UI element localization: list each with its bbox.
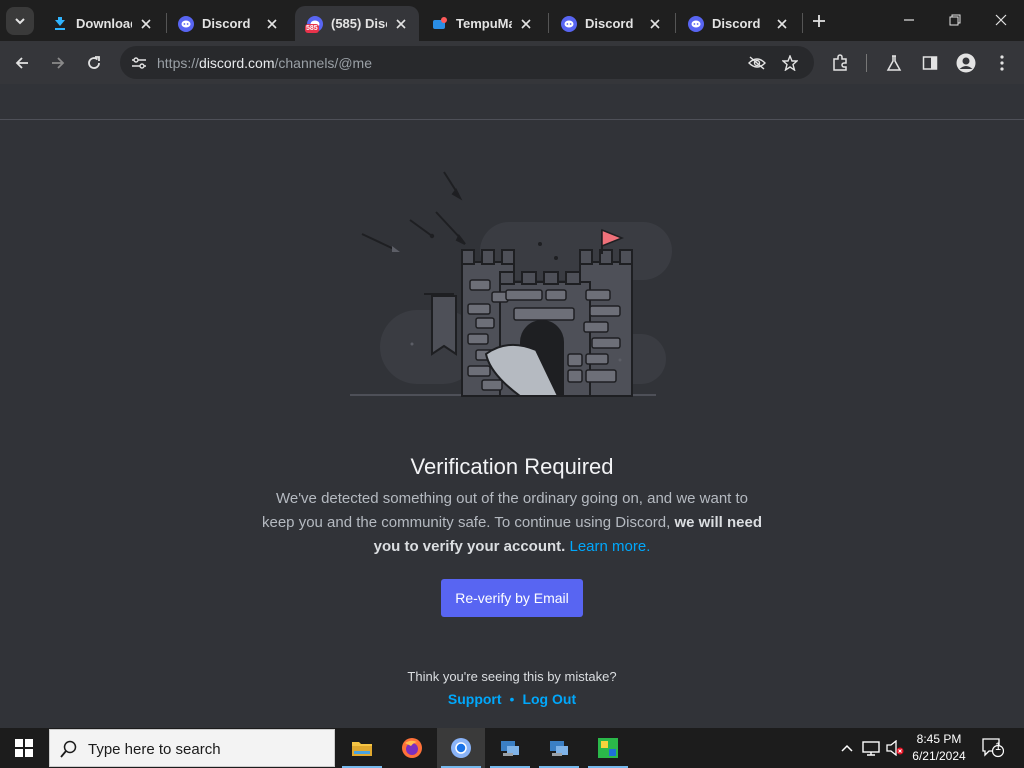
restore-button[interactable] bbox=[932, 0, 978, 40]
tab-title: Discord bbox=[202, 16, 251, 31]
extensions-icon[interactable] bbox=[826, 49, 854, 77]
labs-flask-icon[interactable] bbox=[880, 49, 908, 77]
discord-icon bbox=[178, 15, 194, 32]
reload-button[interactable] bbox=[80, 49, 108, 77]
notification-count: 1 bbox=[995, 741, 1002, 753]
mistake-text: Think you're seeing this by mistake? bbox=[407, 669, 617, 684]
browser-toolbar: https://discord.com/channels/@me bbox=[0, 41, 1024, 84]
photos-app[interactable] bbox=[584, 728, 632, 768]
system-clock[interactable]: 8:45 PM 6/21/2024 bbox=[906, 731, 972, 765]
volume-muted-icon bbox=[886, 740, 904, 756]
network-app-1[interactable] bbox=[486, 728, 534, 768]
reload-icon bbox=[88, 56, 100, 69]
tempmail-icon bbox=[432, 16, 448, 32]
discord-badge-icon: 585 bbox=[305, 15, 323, 33]
reverify-email-button[interactable]: Re-verify by Email bbox=[441, 579, 583, 617]
file-explorer-app[interactable] bbox=[338, 728, 386, 768]
logout-link[interactable]: Log Out bbox=[522, 691, 576, 707]
url-host: discord.com bbox=[199, 55, 275, 71]
back-button[interactable] bbox=[8, 49, 36, 77]
close-window-button[interactable] bbox=[978, 0, 1024, 40]
arrow-left-icon bbox=[15, 57, 28, 69]
firefox-icon bbox=[402, 738, 422, 758]
minimize-icon bbox=[904, 19, 914, 21]
windows-taskbar: Type here to search 8:45 PM 6/21/2024 1 bbox=[0, 728, 1024, 768]
help-links: Support • Log Out bbox=[0, 691, 1024, 707]
clock-date: 6/21/2024 bbox=[912, 749, 966, 763]
tab-strip: Download Discord 585 (585) Disco TempuMa… bbox=[0, 0, 1024, 41]
support-link[interactable]: Support bbox=[448, 691, 502, 707]
forward-button[interactable] bbox=[44, 49, 72, 77]
learn-more-link[interactable]: Learn more. bbox=[570, 538, 651, 555]
profile-avatar-icon[interactable] bbox=[952, 49, 980, 77]
arrow-right-icon bbox=[52, 57, 65, 69]
chevron-up-icon bbox=[841, 744, 853, 752]
tab-title: (585) Disco bbox=[331, 16, 387, 31]
close-icon[interactable] bbox=[774, 16, 790, 32]
page-top-bar bbox=[0, 84, 1024, 120]
browser-menu-icon[interactable] bbox=[988, 49, 1016, 77]
url-text: https://discord.com/channels/@me bbox=[157, 55, 372, 71]
close-icon[interactable] bbox=[264, 16, 280, 32]
search-placeholder: Type here to search bbox=[88, 741, 221, 758]
network-icon bbox=[862, 741, 880, 756]
side-panel-icon[interactable] bbox=[916, 49, 944, 77]
tab-discord-2[interactable]: Discord bbox=[549, 6, 673, 41]
site-settings-icon[interactable] bbox=[128, 52, 150, 74]
search-icon bbox=[60, 740, 77, 758]
clock-time: 8:45 PM bbox=[916, 732, 962, 746]
tab-title: Discord bbox=[712, 16, 761, 31]
chrome-app[interactable] bbox=[437, 728, 485, 768]
network-computer-icon bbox=[550, 741, 568, 756]
tab-separator bbox=[802, 13, 803, 33]
discord-icon bbox=[561, 15, 577, 32]
show-hidden-icons-button[interactable] bbox=[838, 728, 856, 768]
restore-icon bbox=[949, 14, 961, 26]
tab-tempumail[interactable]: TempuMail bbox=[420, 6, 544, 41]
tab-discord-3[interactable]: Discord bbox=[676, 6, 800, 41]
tab-discord-active[interactable]: 585 (585) Disco bbox=[295, 6, 419, 41]
chrome-icon bbox=[451, 738, 471, 758]
close-icon bbox=[995, 14, 1007, 26]
taskbar-search-box[interactable]: Type here to search bbox=[49, 729, 335, 767]
tab-search-button[interactable] bbox=[6, 7, 34, 35]
tab-title: Discord bbox=[585, 16, 634, 31]
tab-discord-1[interactable]: Discord bbox=[166, 6, 290, 41]
url-path: /channels/@me bbox=[274, 55, 372, 71]
tab-title: TempuMail bbox=[456, 16, 512, 31]
verification-page: Verification Required We've detected som… bbox=[0, 84, 1024, 728]
folder-icon bbox=[352, 742, 372, 756]
close-icon[interactable] bbox=[518, 16, 534, 32]
chevron-down-icon bbox=[15, 18, 25, 25]
eye-off-icon[interactable] bbox=[746, 52, 768, 74]
toolbar-divider bbox=[866, 54, 867, 72]
tab-download[interactable]: Download bbox=[40, 6, 164, 41]
network-computer-icon bbox=[501, 741, 519, 756]
castle-illustration bbox=[350, 171, 672, 397]
minimize-button[interactable] bbox=[886, 0, 932, 40]
discord-icon bbox=[688, 15, 704, 32]
notification-center-button[interactable]: 1 bbox=[976, 728, 1010, 768]
volume-button[interactable] bbox=[884, 728, 906, 768]
download-icon bbox=[52, 16, 68, 32]
verification-description: We've detected something out of the ordi… bbox=[262, 487, 762, 559]
photos-icon bbox=[598, 738, 618, 758]
close-icon[interactable] bbox=[138, 16, 154, 32]
address-bar[interactable]: https://discord.com/channels/@me bbox=[120, 46, 814, 79]
tab-title: Download bbox=[76, 16, 132, 31]
unread-badge: 585 bbox=[305, 23, 319, 33]
page-title: Verification Required bbox=[410, 454, 614, 479]
start-button[interactable] bbox=[0, 728, 48, 768]
close-icon[interactable] bbox=[647, 16, 663, 32]
link-separator: • bbox=[509, 691, 515, 707]
network-status-button[interactable] bbox=[860, 728, 882, 768]
firefox-app[interactable] bbox=[388, 728, 436, 768]
new-tab-button[interactable] bbox=[808, 10, 830, 32]
star-icon[interactable] bbox=[779, 52, 801, 74]
windows-logo-icon bbox=[15, 739, 33, 757]
close-icon[interactable] bbox=[393, 16, 409, 32]
plus-icon bbox=[813, 15, 825, 27]
url-prefix: https:// bbox=[157, 55, 200, 71]
network-app-2[interactable] bbox=[535, 728, 583, 768]
